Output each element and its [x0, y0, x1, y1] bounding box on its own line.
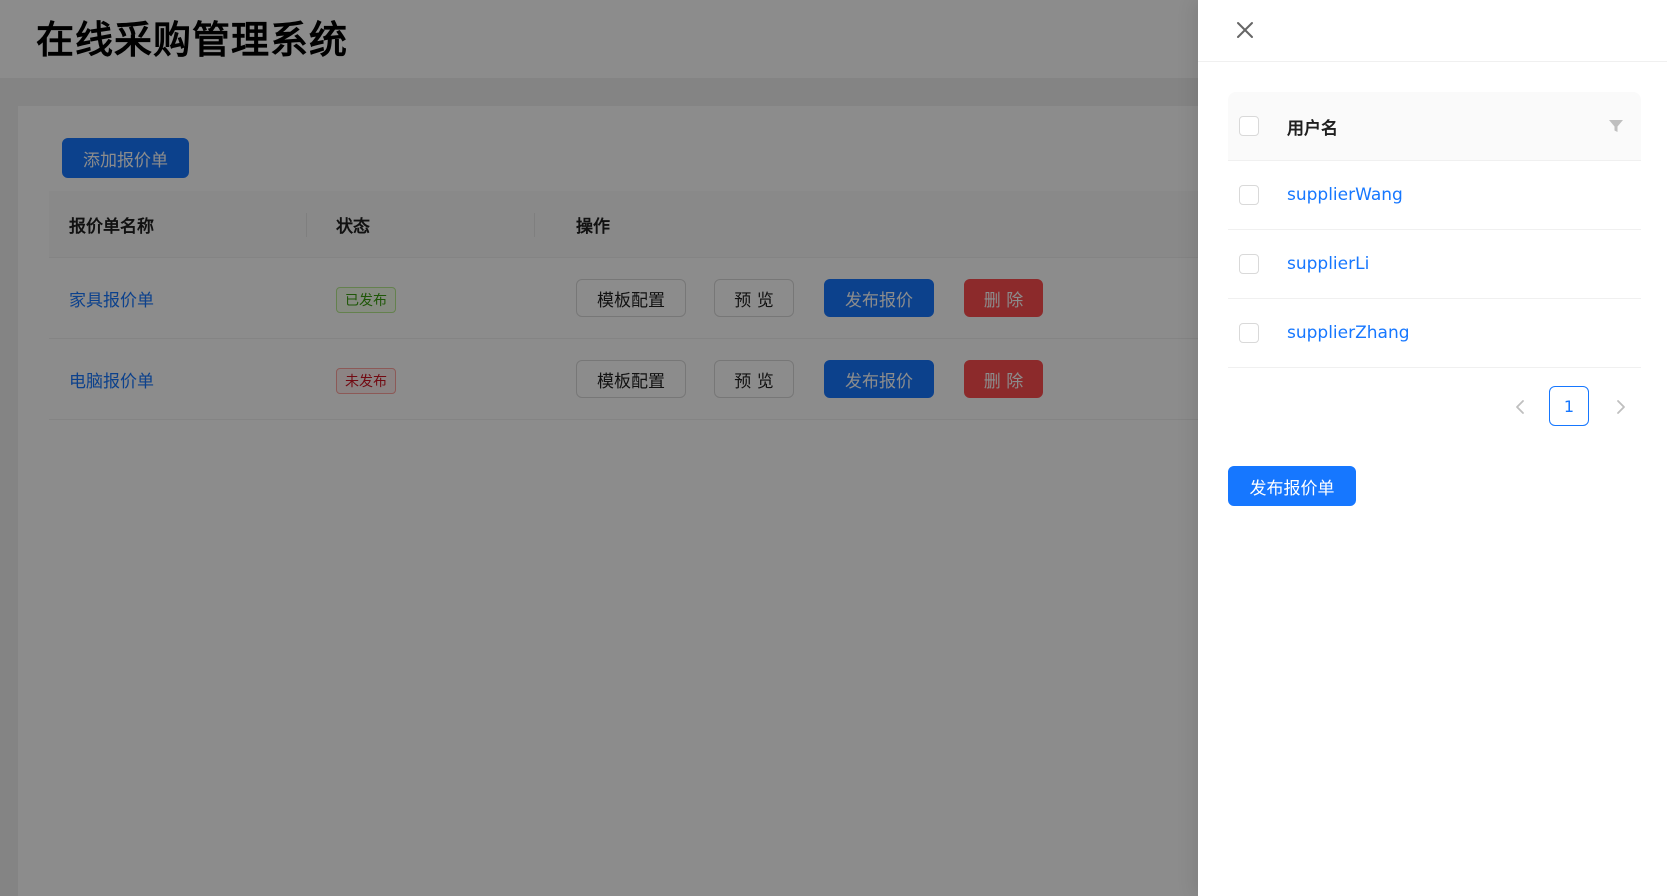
supplier-name-link[interactable]: supplierLi [1287, 230, 1369, 298]
table-row: supplierZhang [1228, 299, 1641, 368]
select-all-checkbox[interactable] [1239, 116, 1259, 136]
row-checkbox[interactable] [1239, 254, 1259, 274]
row-checkbox[interactable] [1239, 323, 1259, 343]
supplier-name-link[interactable]: supplierWang [1287, 161, 1403, 229]
table-row: supplierWang [1228, 161, 1641, 230]
close-icon[interactable] [1232, 17, 1258, 43]
pagination-page[interactable]: 1 [1549, 386, 1589, 426]
row-checkbox[interactable] [1239, 185, 1259, 205]
publish-quote-submit-button[interactable]: 发布报价单 [1228, 466, 1356, 506]
drawer-header [1198, 0, 1667, 62]
filter-icon[interactable] [1608, 118, 1624, 134]
column-header-username: 用户名 [1287, 119, 1338, 139]
table-row: supplierLi [1228, 230, 1641, 299]
chevron-right-icon[interactable] [1607, 393, 1635, 421]
chevron-left-icon[interactable] [1506, 393, 1534, 421]
supplier-table-header: 用户名 [1228, 92, 1641, 161]
supplier-name-link[interactable]: supplierZhang [1287, 299, 1410, 367]
publish-drawer: 用户名 supplierWang supplierLi supplierZhan… [1198, 0, 1667, 896]
